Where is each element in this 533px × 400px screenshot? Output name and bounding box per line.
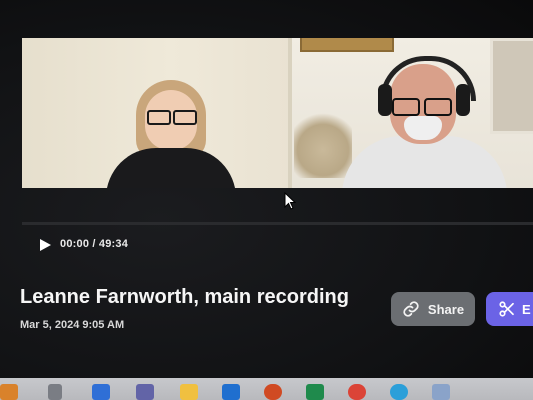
file-explorer-icon[interactable] <box>180 384 198 400</box>
share-button[interactable]: Share <box>391 292 475 326</box>
mouse-cursor-icon <box>284 192 296 210</box>
edge-icon[interactable] <box>390 384 408 400</box>
powerpoint-icon[interactable] <box>264 384 282 400</box>
clip-label: E <box>522 301 531 317</box>
excel-icon[interactable] <box>306 384 324 400</box>
task-view-icon[interactable] <box>48 384 62 400</box>
participant-tile-right <box>292 38 533 188</box>
play-button[interactable] <box>38 238 52 252</box>
start-icon[interactable] <box>0 384 18 400</box>
mail-icon[interactable] <box>92 384 110 400</box>
participant-woman <box>102 78 242 188</box>
recording-date: Mar 5, 2024 9:05 AM <box>20 319 125 331</box>
share-label: Share <box>427 301 465 317</box>
desktop-screen: 00:00 / 49:34 Leanne Farnworth, main rec… <box>0 0 533 400</box>
glasses-icon <box>147 110 197 125</box>
wall-frame <box>300 38 394 52</box>
taskbar <box>0 378 533 400</box>
chrome-icon[interactable] <box>348 384 366 400</box>
scissors-icon <box>499 301 514 317</box>
participant-tile-left <box>22 38 292 188</box>
playback-time: 00:00 / 49:34 <box>60 238 129 250</box>
recording-title: Leanne Farnworth, main recording <box>20 286 349 308</box>
link-icon <box>403 301 419 317</box>
glasses-icon <box>392 98 454 116</box>
participant-man <box>342 56 512 188</box>
video-player[interactable] <box>22 38 533 188</box>
calendar-icon[interactable] <box>432 384 450 400</box>
clip-button[interactable]: E <box>486 292 533 326</box>
playback-progress-bar[interactable] <box>22 222 533 225</box>
outlook-icon[interactable] <box>222 384 240 400</box>
teams-icon[interactable] <box>136 384 154 400</box>
